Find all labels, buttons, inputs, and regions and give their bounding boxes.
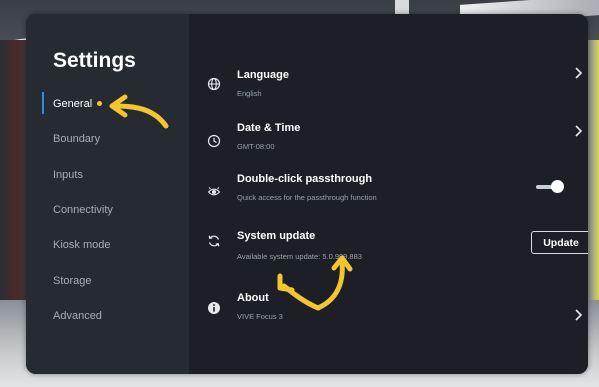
chevron-right-icon <box>575 125 583 137</box>
annotation-arrow-update-about <box>277 255 353 311</box>
info-icon <box>208 302 220 314</box>
sidebar-item-connectivity[interactable]: Connectivity <box>53 204 113 216</box>
sidebar-item-inputs[interactable]: Inputs <box>53 169 83 181</box>
about-title: About <box>237 292 269 304</box>
sidebar-item-general[interactable]: General <box>53 98 103 110</box>
active-indicator <box>42 92 44 114</box>
passthrough-title: Double-click passthrough <box>237 173 373 185</box>
toggle-knob <box>551 180 564 193</box>
language-row[interactable]: Language English <box>189 62 588 112</box>
sidebar-item-advanced[interactable]: Advanced <box>53 310 102 322</box>
chevron-right-icon <box>575 67 583 79</box>
datetime-row[interactable]: Date & Time GMT-08:00 <box>189 118 588 168</box>
passthrough-icon <box>207 187 221 196</box>
page-title: Settings <box>53 49 136 72</box>
datetime-title: Date & Time <box>237 122 301 134</box>
passthrough-toggle[interactable] <box>536 180 564 194</box>
chevron-right-icon <box>575 309 583 321</box>
sync-icon <box>208 235 220 247</box>
language-value: English <box>237 89 262 98</box>
annotation-arrow-general <box>109 94 169 129</box>
clock-icon <box>207 134 221 148</box>
system-update-row: System update Available system update: 5… <box>189 222 588 272</box>
sidebar: Settings General Boundary Inputs Connect… <box>26 14 189 374</box>
about-row[interactable]: About VIVE Focus 3 <box>189 284 588 334</box>
system-update-title: System update <box>237 230 316 242</box>
update-button[interactable]: Update <box>531 231 588 254</box>
settings-panel: Settings General Boundary Inputs Connect… <box>26 14 588 374</box>
settings-content: Language English Date & Time GMT-08:00 D… <box>189 14 588 374</box>
sidebar-item-boundary[interactable]: Boundary <box>53 133 100 145</box>
passthrough-row: Double-click passthrough Quick access fo… <box>189 170 588 220</box>
passthrough-description: Quick access for the passthrough functio… <box>237 193 377 202</box>
sidebar-item-kiosk-mode[interactable]: Kiosk mode <box>53 239 110 251</box>
language-title: Language <box>237 69 289 81</box>
notification-dot <box>97 100 103 106</box>
sidebar-item-label: General <box>53 98 93 110</box>
globe-icon <box>207 77 221 91</box>
sidebar-item-storage[interactable]: Storage <box>53 275 92 287</box>
datetime-value: GMT-08:00 <box>237 142 275 151</box>
